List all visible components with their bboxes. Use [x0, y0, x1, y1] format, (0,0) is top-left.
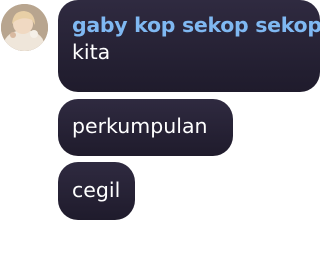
avatar[interactable] — [1, 4, 48, 51]
message-bubble[interactable]: cegil — [58, 162, 135, 220]
chat-message-group: gaby kop sekop sekop kita perkumpulan ce… — [0, 0, 320, 274]
sender-name[interactable]: gaby kop sekop sekop — [72, 12, 320, 38]
message-bubble[interactable]: gaby kop sekop sekop kita — [58, 0, 320, 92]
avatar-photo-icon — [1, 4, 48, 51]
message-text: perkumpulan — [72, 114, 208, 138]
message-text: cegil — [72, 178, 121, 202]
message-bubble[interactable]: perkumpulan — [58, 99, 233, 156]
message-text: kita — [72, 40, 111, 64]
